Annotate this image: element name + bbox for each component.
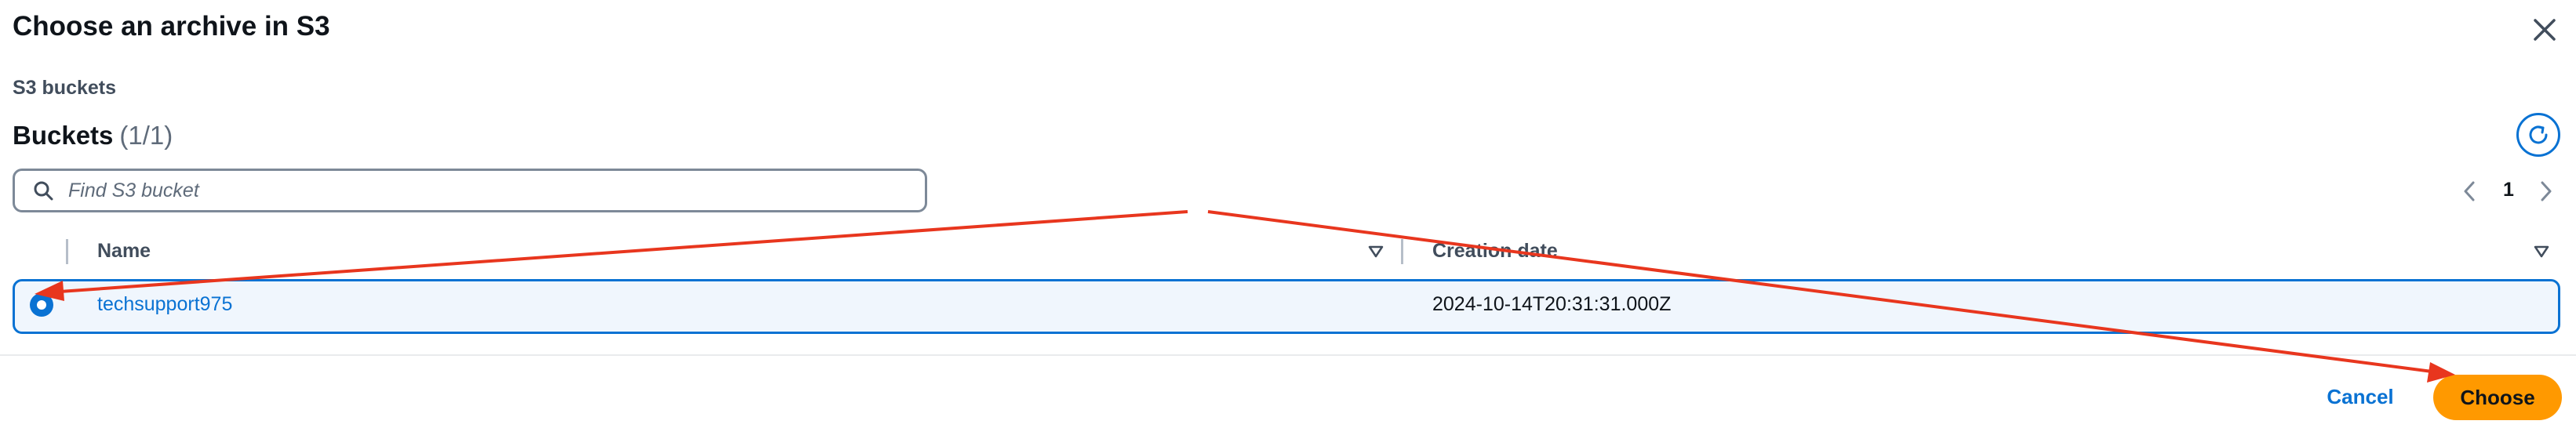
pagination-next-button[interactable]	[2532, 176, 2560, 207]
table-row[interactable]	[13, 279, 2560, 334]
creation-date-cell: 2024-10-14T20:31:31.000Z	[1432, 293, 1672, 315]
close-icon	[2534, 19, 2556, 41]
annotation-arrows	[35, 210, 2455, 383]
sort-down-icon[interactable]	[1366, 242, 1385, 261]
chevron-left-icon	[2464, 181, 2475, 201]
table-heading-count: (1/1)	[119, 121, 173, 150]
cancel-button[interactable]: Cancel	[2309, 375, 2411, 419]
search-icon	[31, 178, 56, 203]
radio-dot	[37, 300, 46, 310]
chevron-right-icon	[2541, 181, 2552, 201]
table-heading-label: Buckets	[13, 121, 114, 150]
column-divider[interactable]	[1401, 239, 1403, 264]
pagination-prev-button[interactable]	[2455, 176, 2483, 207]
search-input[interactable]	[67, 178, 917, 203]
column-header-name[interactable]: Name	[97, 240, 151, 263]
breadcrumb: S3 buckets	[13, 77, 117, 99]
bucket-name-link[interactable]: techsupport975	[97, 293, 232, 316]
column-divider	[66, 239, 68, 264]
sort-down-icon[interactable]	[2532, 242, 2551, 261]
close-button[interactable]	[2527, 13, 2562, 47]
dialog-title: Choose an archive in S3	[13, 11, 330, 42]
table-heading: Buckets (1/1)	[13, 121, 173, 151]
footer-divider	[0, 354, 2576, 356]
refresh-button[interactable]	[2516, 113, 2560, 157]
refresh-icon	[2529, 125, 2548, 144]
column-header-creation-date[interactable]: Creation date	[1432, 240, 1558, 263]
row-radio-button[interactable]	[30, 293, 53, 317]
choose-button[interactable]: Choose	[2433, 375, 2562, 420]
search-field[interactable]	[13, 169, 927, 212]
pagination-current-page[interactable]: 1	[2498, 179, 2520, 201]
